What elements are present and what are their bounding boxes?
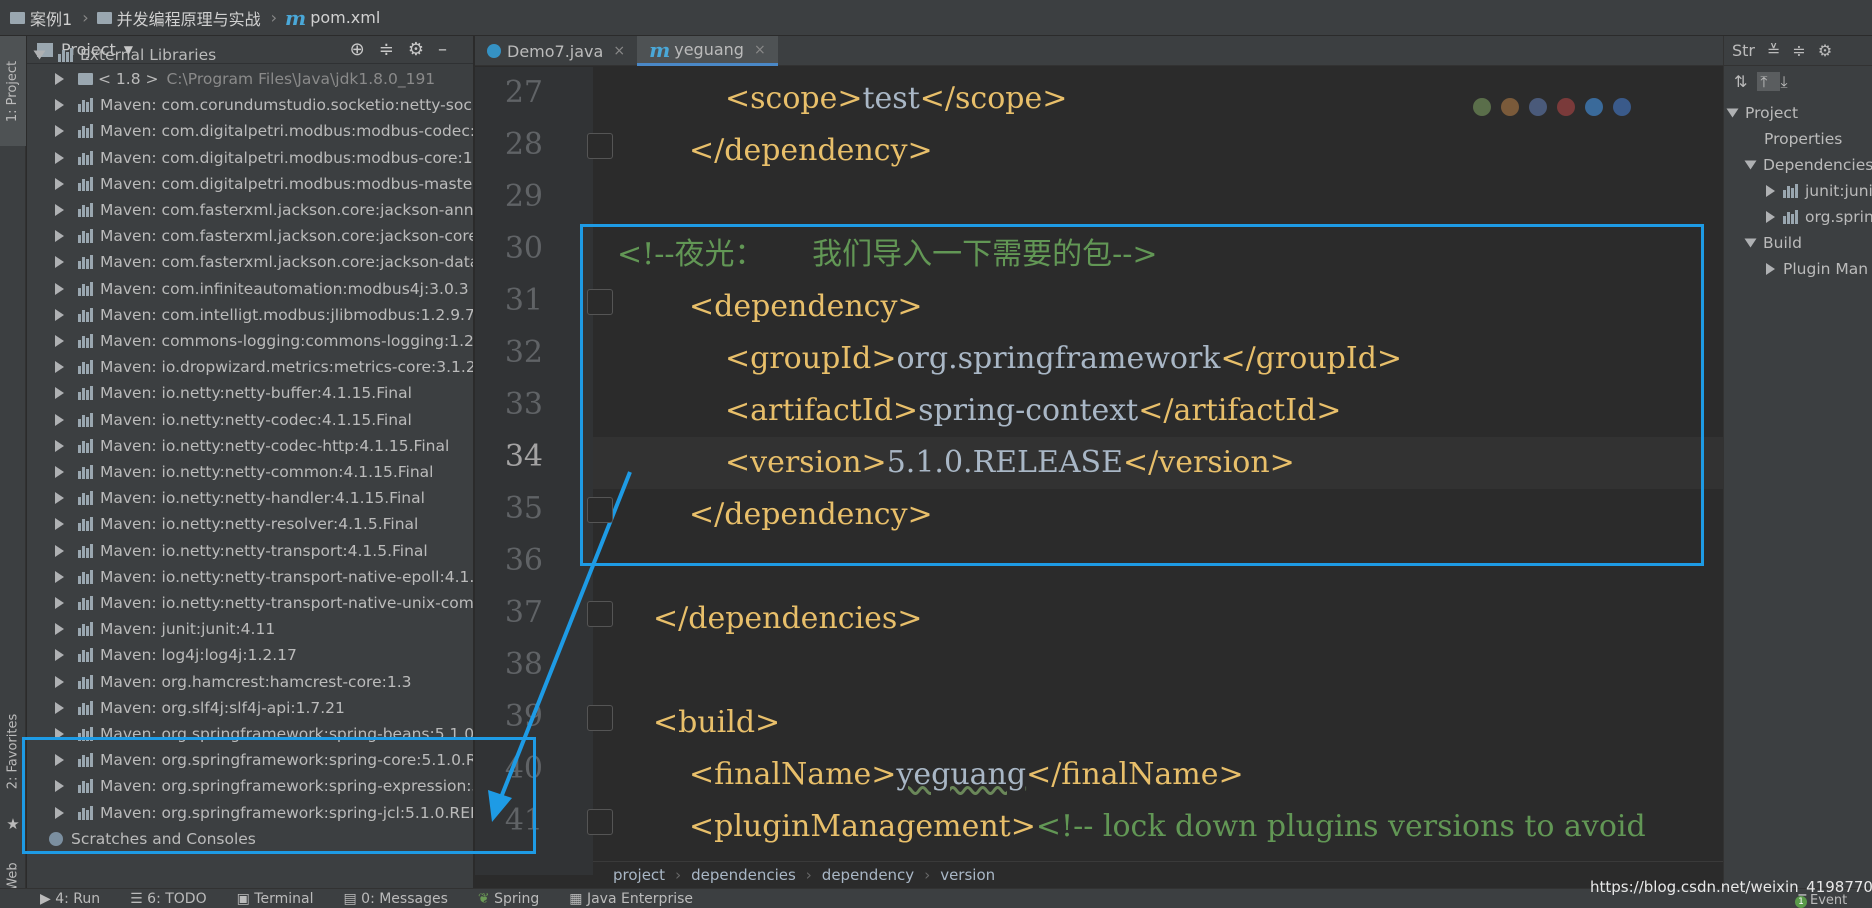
fold-marker-icon[interactable] <box>587 705 613 731</box>
tool-tab-spring[interactable]: ❦ Spring <box>478 891 539 907</box>
terminal-icon: ▣ <box>236 890 255 907</box>
tool-tab-label: 4: Run <box>55 890 101 907</box>
tool-tab-label: Java Enterprise <box>586 890 693 907</box>
expand-icon[interactable]: ≚ <box>1767 41 1792 60</box>
tool-tab-run[interactable]: ▶ 4: Run <box>40 891 100 907</box>
structure-label: Dependencies <box>1763 156 1872 174</box>
fold-marker-icon[interactable] <box>587 809 613 835</box>
structure-label: Project <box>1745 104 1799 122</box>
structure-label: junit:junit <box>1805 182 1872 200</box>
structure-label: org.sprin <box>1805 208 1872 226</box>
structure-label: Plugin Man <box>1783 260 1869 278</box>
library-icon <box>1783 184 1799 198</box>
library-icon <box>1783 210 1799 224</box>
tool-tab-label: 0: Messages <box>361 890 448 907</box>
structure-item[interactable]: org.sprin <box>1766 208 1872 226</box>
messages-icon: ▤ <box>343 890 362 907</box>
fold-marker-icon[interactable] <box>587 133 613 159</box>
arrow-head <box>488 790 512 822</box>
tool-tab-java-enterprise[interactable]: ▦ Java Enterprise <box>569 891 693 907</box>
editor-breadcrumb: project › dependencies › dependency › versi… <box>593 861 1723 888</box>
chevron-down-icon <box>1744 160 1757 170</box>
fold-marker-icon[interactable] <box>587 289 613 315</box>
structure-item[interactable]: Plugin Man <box>1766 260 1868 278</box>
structure-item[interactable]: Project <box>1726 104 1799 122</box>
crumb-dependency[interactable]: dependency <box>822 866 914 884</box>
structure-item[interactable]: Dependencies <box>1744 156 1872 174</box>
tool-tab-todo[interactable]: ☰ 6: TODO <box>130 891 206 907</box>
sort-icon[interactable]: ⇅ <box>1734 72 1757 91</box>
gear-icon[interactable]: ⚙ <box>1818 41 1844 60</box>
chevron-right-icon <box>1766 211 1775 223</box>
tool-tab-label: Spring <box>494 890 540 907</box>
java-enterprise-icon: ▦ <box>569 890 587 907</box>
crumb-version[interactable]: version <box>940 866 995 884</box>
fold-marker-icon[interactable] <box>587 601 613 627</box>
annotation-arrow <box>488 471 632 822</box>
tool-tab-messages[interactable]: ▤ 0: Messages <box>343 891 447 907</box>
collapse-icon[interactable]: ≑ <box>1792 41 1817 60</box>
todo-icon: ☰ <box>130 890 148 907</box>
structure-panel-title[interactable]: Str <box>1732 41 1755 60</box>
chevron-right-icon: › <box>924 866 931 884</box>
run-icon: ▶ <box>40 890 56 907</box>
scroll-to-source-icon[interactable]: ⤓ <box>1780 72 1797 91</box>
structure-item[interactable]: Properties <box>1764 130 1842 148</box>
structure-label: Build <box>1763 234 1802 252</box>
structure-sort-toolbar: ⇅ ⤒ ⤓ <box>1734 72 1798 92</box>
chevron-right-icon: › <box>675 866 682 884</box>
structure-item[interactable]: Build <box>1744 234 1802 252</box>
chevron-right-icon: › <box>805 866 812 884</box>
scroll-from-source-icon[interactable]: ⤒ <box>1757 72 1781 91</box>
chevron-down-icon <box>1744 238 1757 248</box>
crumb-dependencies[interactable]: dependencies <box>691 866 796 884</box>
structure-item[interactable]: junit:junit <box>1766 182 1872 200</box>
tool-tab-label: Terminal <box>254 890 314 907</box>
tool-tab-label: 6: TODO <box>147 890 207 907</box>
structure-panel-header: Str ≚≑⚙ <box>1724 36 1872 66</box>
event-log[interactable]: 1Event Log <box>1795 893 1872 908</box>
crumb-project[interactable]: project <box>613 866 665 884</box>
fold-marker-icon[interactable] <box>587 497 613 523</box>
chevron-down-icon <box>1726 108 1739 118</box>
chevron-right-icon <box>1766 263 1775 275</box>
structure-toolbar: ≚≑⚙ <box>1767 41 1844 60</box>
chevron-right-icon <box>1766 185 1775 197</box>
tool-tab-terminal[interactable]: ▣ Terminal <box>237 891 314 907</box>
event-count-badge: 1 <box>1795 896 1807 908</box>
structure-label: Properties <box>1764 130 1843 148</box>
structure-panel: Str ≚≑⚙ ⇅ ⤒ ⤓ Project Properties Dependenc… <box>1723 36 1872 888</box>
spring-icon: ❦ <box>477 890 495 907</box>
